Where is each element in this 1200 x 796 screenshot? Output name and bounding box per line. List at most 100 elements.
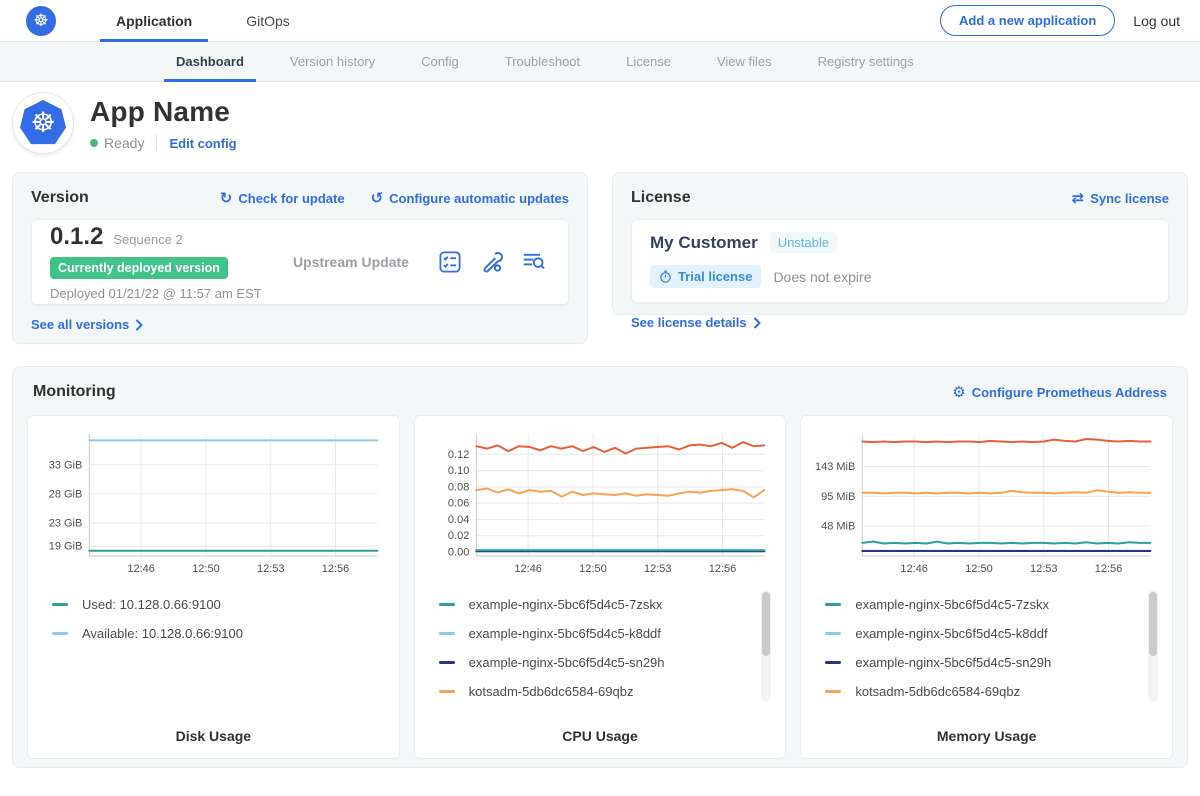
see-all-versions-link[interactable]: See all versions [31,317,143,332]
configure-automatic-updates-label: Configure automatic updates [389,191,569,206]
edit-config-link[interactable]: Edit config [169,136,236,151]
check-for-update-link[interactable]: ↻ Check for update [220,191,345,206]
legend-dash-icon [825,603,841,606]
legend-label: example-nginx-5bc6f5d4c5-7zskx [469,597,663,612]
license-info-card: My Customer Unstable Trial license Does … [631,219,1169,303]
configure-automatic-updates-link[interactable]: ↺ Configure automatic updates [371,191,569,206]
legend-item: kotsadm-5db6dc6584-69qbz [825,677,1162,706]
version-number: 0.1.2 [50,223,103,251]
view-logs-icon[interactable] [522,250,546,274]
legend-scrollbar-thumb[interactable] [1149,592,1157,656]
svg-text:12:56: 12:56 [322,563,350,575]
chart-title: Memory Usage [811,722,1162,746]
version-source: Upstream Update [293,254,409,270]
version-card: Version ↻ Check for update ↺ Configure a… [12,172,588,344]
license-type-row: Trial license Does not expire [650,265,1150,288]
svg-text:12:46: 12:46 [127,563,155,575]
app-header: ☸ App Name Ready Edit config [0,82,1200,168]
sync-license-label: Sync license [1090,191,1169,206]
legend-dash-icon [825,661,841,664]
add-application-button[interactable]: Add a new application [940,5,1115,36]
legend-item: example-nginx-5bc6f5d4c5-k8ddf [439,619,776,648]
license-expiry: Does not expire [773,269,871,285]
top-nav: ☸ Application GitOps Add a new applicati… [0,0,1200,42]
svg-text:12:50: 12:50 [579,563,607,575]
edit-config-wrench-icon[interactable] [480,250,504,274]
sync-license-link[interactable]: ⇄ Sync license [1072,191,1169,206]
license-card: License ⇄ Sync license My Customer Unsta… [612,172,1188,315]
legend-item: Used: 10.128.0.66:9100 [52,590,389,619]
tab-license[interactable]: License [626,42,671,81]
svg-text:12:53: 12:53 [644,563,672,575]
tab-dashboard[interactable]: Dashboard [176,42,244,81]
customer-name: My Customer [650,233,758,253]
app-status-row: Ready Edit config [90,135,237,151]
legend-label: kotsadm-5db6dc6584-69qbz [469,684,634,699]
legend-scrollbar-track [1148,590,1158,702]
svg-text:12:46: 12:46 [514,563,542,575]
status-dot-icon [90,139,98,147]
legend-scrollbar-thumb[interactable] [762,592,770,656]
tab-view-files[interactable]: View files [717,42,772,81]
legend-dash-icon [52,603,68,606]
license-card-header: License ⇄ Sync license [631,189,1169,207]
tab-application-label: Application [116,13,192,29]
deployed-version-badge: Currently deployed version [50,257,228,279]
legend-dash-icon [439,603,455,606]
monitoring-header: Monitoring ⚙ Configure Prometheus Addres… [27,383,1173,401]
charts-row: 33 GiB28 GiB23 GiB19 GiB12:4612:5012:531… [27,415,1173,759]
cpu-usage-legend: example-nginx-5bc6f5d4c5-7zskx example-n… [425,588,776,722]
legend-dash-icon [439,632,455,635]
see-all-versions-label: See all versions [31,317,129,332]
configure-prometheus-link[interactable]: ⚙ Configure Prometheus Address [952,385,1167,400]
legend-label: example-nginx-5bc6f5d4c5-7zskx [855,597,1049,612]
legend-label: Used: 10.128.0.66:9100 [82,597,221,612]
license-card-actions: ⇄ Sync license [1072,191,1169,206]
app-title-block: App Name Ready Edit config [90,92,237,151]
preflight-checks-icon[interactable] [438,250,462,274]
sync-arrows-icon: ⇄ [1072,191,1085,206]
cpu-usage-chart: 0.120.100.080.060.040.020.0012:4612:5012… [425,426,776,578]
chevron-right-icon [753,317,761,329]
license-card-title: License [631,189,691,207]
tab-gitops[interactable]: GitOps [244,0,292,41]
check-for-update-label: Check for update [238,191,344,206]
svg-text:12:56: 12:56 [708,563,736,575]
legend-item: Available: 10.128.0.66:9100 [52,619,389,648]
divider [156,135,157,151]
trial-license-badge: Trial license [650,265,761,288]
memory-usage-chart-card: 143 MiB95 MiB48 MiB12:4612:5012:5312:56 … [800,415,1173,759]
svg-text:0.10: 0.10 [448,465,469,477]
svg-text:19 GiB: 19 GiB [49,541,83,553]
tab-troubleshoot[interactable]: Troubleshoot [505,42,580,81]
memory-usage-chart: 143 MiB95 MiB48 MiB12:4612:5012:5312:56 [811,426,1162,578]
svg-text:12:53: 12:53 [257,563,285,575]
disk-usage-chart: 33 GiB28 GiB23 GiB19 GiB12:4612:5012:531… [38,426,389,578]
cards-row: Version ↻ Check for update ↺ Configure a… [0,168,1200,344]
monitoring-actions: ⚙ Configure Prometheus Address [952,385,1167,400]
tab-config[interactable]: Config [421,42,459,81]
svg-text:0.04: 0.04 [448,514,469,526]
monitoring-title: Monitoring [33,383,116,401]
channel-badge: Unstable [770,232,837,253]
kubernetes-logo-icon: ☸ [26,6,56,36]
logout-button[interactable]: Log out [1133,13,1180,29]
legend-scrollbar-track [761,590,771,702]
customer-row: My Customer Unstable [650,232,1150,253]
legend-label: example-nginx-5bc6f5d4c5-sn29h [855,655,1051,670]
svg-text:12:46: 12:46 [901,563,929,575]
top-nav-tabs: Application GitOps [114,0,342,41]
tab-application[interactable]: Application [114,0,194,41]
version-card-header: Version ↻ Check for update ↺ Configure a… [31,189,569,207]
see-license-details-link[interactable]: See license details [631,315,761,330]
svg-text:0.00: 0.00 [448,546,469,558]
tab-registry-settings[interactable]: Registry settings [818,42,914,81]
see-license-details-label: See license details [631,315,747,330]
version-sequence: Sequence 2 [113,232,182,247]
tab-version-history[interactable]: Version history [290,42,375,81]
current-version-card: 0.1.2 Sequence 2 Currently deployed vers… [31,219,569,305]
legend-dash-icon [825,632,841,635]
status-badge: Ready [104,135,144,151]
svg-text:143 MiB: 143 MiB [815,461,855,473]
svg-text:0.12: 0.12 [448,449,469,461]
